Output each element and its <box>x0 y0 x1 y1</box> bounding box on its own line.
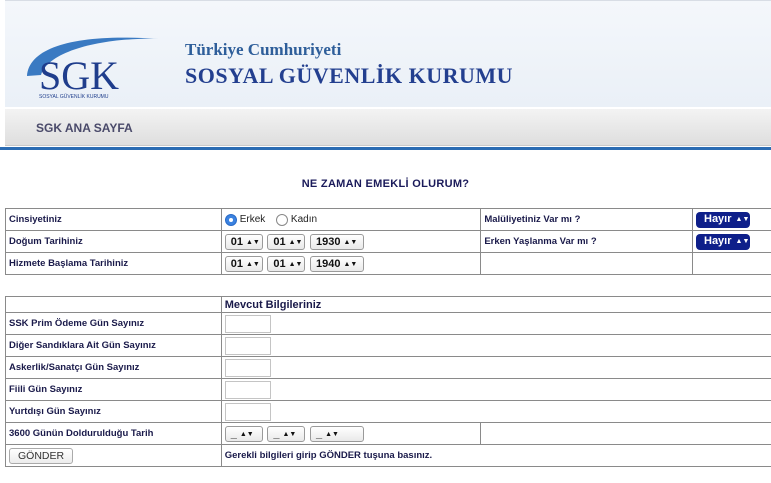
birth-day-select[interactable]: 01 ▲▼ <box>224 233 263 250</box>
disability-label: Malüliyetiniz Var mı ? <box>480 208 693 231</box>
completion-date-label: 3600 Günün Doldurulduğu Tarih <box>5 422 222 445</box>
sgk-logo-icon[interactable]: SGK SOSYAL GÜVENLİK KURUMU <box>19 31 169 101</box>
service-start-label: Hizmete Başlama Tarihiniz <box>5 252 222 275</box>
early-aging-label: Erken Yaşlanma Var mı ? <box>480 230 693 253</box>
field-label: Askerlik/Sanatçı Gün Sayınız <box>5 356 222 379</box>
service-month-select[interactable]: 01 ▲▼ <box>267 255 306 272</box>
svg-text:SGK: SGK <box>39 53 119 98</box>
retirement-form: Cinsiyetiniz Erkek Kadın Malüliyetiniz V… <box>5 208 771 467</box>
nav-home-link[interactable]: SGK ANA SAYFA <box>36 121 133 135</box>
site-header: SGK SOSYAL GÜVENLİK KURUMU Türkiye Cumhu… <box>5 0 771 107</box>
other-funds-days-input[interactable] <box>224 336 271 355</box>
warning-message: Gerekli bilgileri girip GÖNDER tuşuna ba… <box>220 444 771 467</box>
completion-month-select[interactable]: _ ▲▼ <box>267 425 306 442</box>
page-title: NE ZAMAN EMEKLİ OLURUM? <box>301 178 470 190</box>
nav-bar: SGK ANA SAYFA <box>5 109 771 146</box>
early-aging-select[interactable]: Hayır ▲▼ <box>696 233 750 250</box>
service-day-select[interactable]: 01 ▲▼ <box>224 255 263 272</box>
birth-label: Doğum Tarihiniz <box>5 230 222 253</box>
actual-days-input[interactable] <box>224 380 271 399</box>
birth-month-select[interactable]: 01 ▲▼ <box>267 233 306 250</box>
gender-label: Cinsiyetiniz <box>5 208 222 231</box>
submit-button[interactable]: GÖNDER <box>9 447 74 464</box>
military-days-input[interactable] <box>224 358 271 377</box>
birth-year-select[interactable]: 1930 ▲▼ <box>310 233 364 250</box>
radio-kadin-label: Kadın <box>290 214 318 225</box>
radio-erkek-label: Erkek <box>239 214 266 225</box>
header-title-institution: SOSYAL GÜVENLİK KURUMU <box>185 63 514 88</box>
ssk-days-input[interactable] <box>224 314 271 333</box>
header-divider <box>0 147 771 150</box>
header-title-country: Türkiye Cumhuriyeti <box>185 40 342 59</box>
radio-erkek[interactable] <box>224 213 237 226</box>
service-year-select[interactable]: 1940 ▲▼ <box>310 255 364 272</box>
field-label: Fiili Gün Sayınız <box>5 378 222 401</box>
field-label: Diğer Sandıklara Ait Gün Sayınız <box>5 334 222 357</box>
disability-select[interactable]: Hayır ▲▼ <box>696 211 750 228</box>
svg-text:SOSYAL GÜVENLİK KURUMU: SOSYAL GÜVENLİK KURUMU <box>39 93 109 100</box>
field-label: SSK Prim Ödeme Gün Sayınız <box>5 312 222 335</box>
completion-year-select[interactable]: _ ▲▼ <box>310 425 364 442</box>
abroad-days-input[interactable] <box>224 402 271 421</box>
completion-day-select[interactable]: _ ▲▼ <box>224 425 263 442</box>
section-title: Mevcut Bilgileriniz <box>220 296 771 313</box>
radio-kadin[interactable] <box>275 213 288 226</box>
field-label: Yurtdışı Gün Sayınız <box>5 400 222 423</box>
